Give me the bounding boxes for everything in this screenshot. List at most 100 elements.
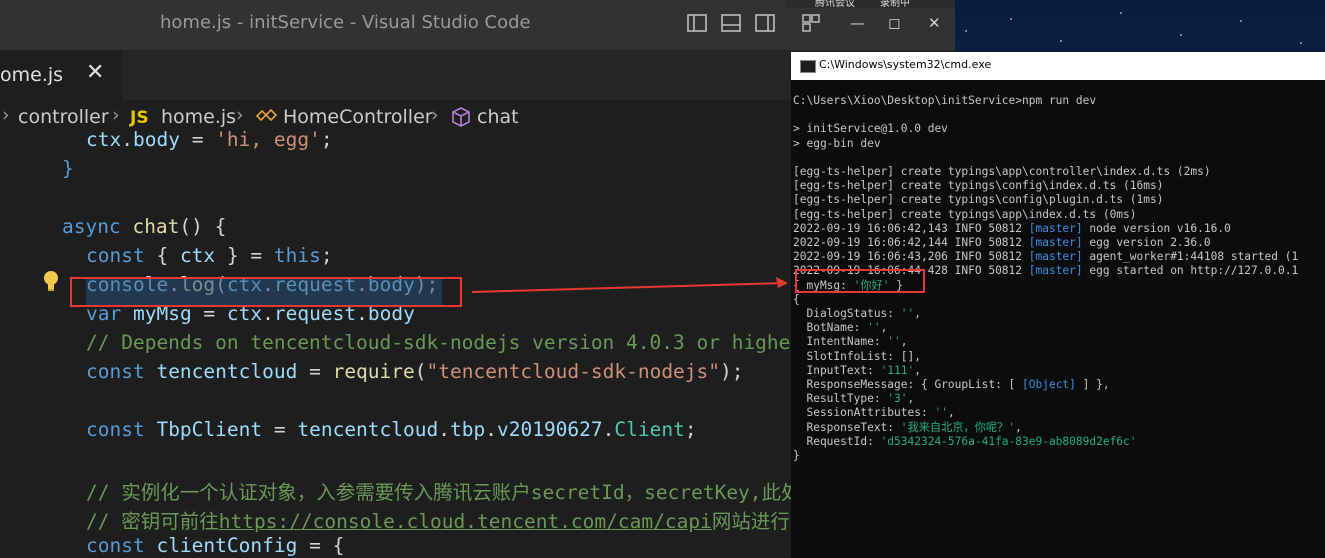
code-token: clientConfig [156,534,298,557]
cmd-token: 2022-09-19 16:06:42,144 INFO 50812 [793,236,1029,249]
cmd-token: '' [934,406,948,420]
cmd-token: [master] [1028,264,1083,278]
minimize-icon[interactable]: — [850,14,865,32]
code-token: tencentcloud [156,360,298,383]
code-token: tbp [450,418,486,441]
cmd-line: DialogStatus: '', [793,307,921,321]
maximize-icon[interactable]: ◻ [888,14,900,32]
cmd-line: RequestId: 'd5342324-576a-41fa-83e9-ab80… [793,434,1137,449]
cmd-line: ResultType: '3', [793,392,914,406]
cmd-line: SessionAttributes: '', [793,406,955,420]
breadcrumb-home-js[interactable]: home.js [161,106,236,128]
cmd-token: InputText: [793,363,881,377]
code-token: . [438,418,450,441]
code-line: const tencentcloud = require("tencentclo… [86,360,744,389]
cmd-line: 2022-09-19 16:06:42,144 INFO 50812 [mast… [793,236,1211,250]
tab-home-js[interactable]: ome.js ✕ [0,50,122,100]
cmd-token: 2022-09-19 16:06:42,143 INFO 50812 [793,221,1029,235]
cmd-line: > initService@1.0.0 dev [793,122,948,136]
cmd-token: '我来自北京，你呢？' [900,420,1015,434]
code-token: . [602,418,615,441]
cmd-token: [egg-ts-helper] create typings\config\in… [793,179,1164,193]
code-token: tencentcloud [297,418,439,441]
star [1120,12,1122,14]
cmd-token: '3' [887,392,908,406]
code-token: https://console.cloud.tencent.com/cam/ca… [218,510,712,533]
cmd-token: [Object] [1022,378,1076,391]
cmd-line: SlotInfoList: [], [793,350,921,364]
cmd-token: > initService@1.0.0 dev [793,122,948,136]
layout-sidebar-icon[interactable] [686,12,708,34]
cmd-title-bar: C:\Windows\system32\cmd.exe [791,52,1325,80]
cmd-line: ResponseMessage: { GroupList: [ [Object]… [793,378,1110,392]
code-token: // 密钥可前往 [86,510,219,533]
star [1180,34,1182,36]
breadcrumb-controller[interactable]: controller [18,106,109,128]
chevron-right-icon: › [2,104,10,126]
code-token: // 实例化一个认证对象，入参需要传入腾讯云账户secretId，secretK… [86,481,821,504]
cmd-output[interactable]: C:\Users\Xioo\Desktop\initService>npm ru… [791,80,1325,558]
customize-layout-icon[interactable] [800,12,822,34]
code-line: // 实例化一个认证对象，入参需要传入腾讯云账户secretId，secretK… [86,476,820,505]
cmd-token: ResponseMessage: { GroupList: [ [793,378,1023,391]
code-line: async chat() { [62,215,226,244]
cmd-line: } [793,449,800,463]
cmd-token: RequestId: [793,434,881,448]
cmd-token: ] }, [1075,378,1110,391]
cmd-token: , [947,406,955,420]
code-line: } [62,157,74,186]
code-token: = [297,360,333,383]
breadcrumb-file[interactable]: JS [130,106,149,128]
code-line: const { ctx } = this; [86,244,333,273]
cmd-line: 2022-09-19 16:06:43,206 INFO 50812 [mast… [793,250,1298,264]
cmd-line: [egg-ts-helper] create typings\config\in… [793,179,1163,193]
code-token: { [144,244,180,267]
code-token: ( [414,360,427,383]
cmd-line: [egg-ts-helper] create typings\app\index… [793,208,1137,222]
star [1300,42,1302,44]
code-token: const [86,534,145,557]
recording-label: 录制中 [880,0,910,9]
layout-panel-icon[interactable] [720,12,742,34]
code-line: const clientConfig = { [86,534,344,558]
chevron-right-icon: › [236,104,244,126]
layout-split-icon[interactable] [754,12,776,34]
cmd-token: 'd5342324-576a-41fa-83e9-ab8089d2ef6c' [880,434,1137,448]
cmd-token: egg version 2.36.0 [1082,236,1211,249]
code-token: chat [132,215,180,238]
star [965,30,967,32]
cmd-token: , [880,321,888,335]
code-token: } = [215,244,274,267]
code-token: const [86,244,145,267]
lightbulb-icon[interactable] [42,270,60,291]
cmd-token: SlotInfoList: [], [793,349,921,363]
code-token: TbpClient [156,418,263,441]
close-window-icon[interactable]: ✕ [928,14,941,32]
cmd-token: , [1014,420,1022,434]
cmd-line: BotName: '', [793,321,887,335]
breadcrumb-chat[interactable]: chat [477,106,519,128]
cmd-token: egg started on http://127.0.0.1 [1082,264,1299,278]
breadcrumb-homecontroller[interactable]: HomeController [283,106,433,128]
chevron-right-icon: › [431,104,439,126]
cmd-line: [egg-ts-helper] create typings\app\contr… [793,165,1211,179]
code-line: ctx.body = 'hi, egg'; [86,128,333,157]
code-token: ctx [86,128,122,151]
star [1240,20,1242,22]
cmd-token: C:\Users\Xioo\Desktop\initService>npm ru… [793,94,1097,107]
code-token: } [62,157,74,180]
cmd-token: ResponseText: [793,420,901,434]
code-token: "tencentcloud-sdk-nodejs" [426,360,721,383]
cmd-token: '' [867,321,881,335]
annotation-box-mymsg [795,269,925,293]
code-token: ; [320,128,333,151]
cmd-line: > egg-bin dev [793,137,881,151]
cmd-token: } [793,449,800,462]
cmd-window: C:\Windows\system32\cmd.exe C:\Users\Xio… [791,52,1325,558]
cmd-token: '' [887,335,901,349]
cmd-token: , [914,307,922,320]
cmd-line: ResponseText: '我来自北京，你呢？', [793,420,1022,435]
close-icon[interactable]: ✕ [86,60,104,85]
cmd-token: ResultType: [793,392,888,406]
